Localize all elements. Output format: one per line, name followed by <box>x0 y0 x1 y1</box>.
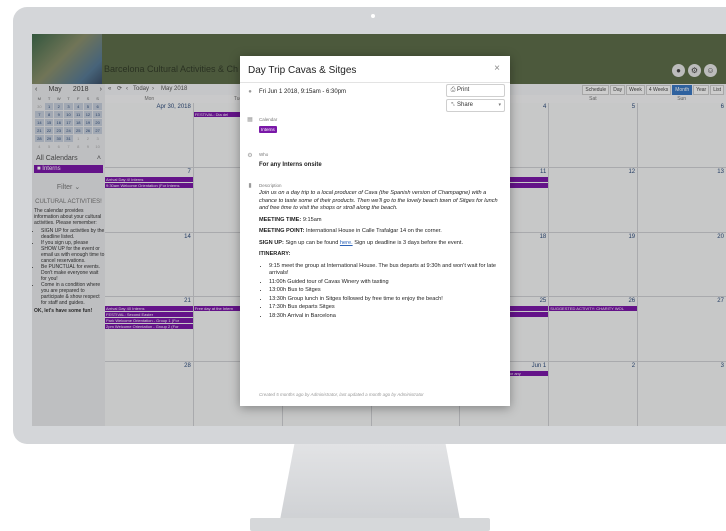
meeting-time: MEETING TIME: 9:15am <box>259 217 502 225</box>
description-icon: ▮ <box>248 183 252 189</box>
calendar-icon: ▦ <box>247 117 253 123</box>
calendar-label: Calendar <box>259 117 278 122</box>
event-title: Day Trip Cavas & Sitges <box>248 65 357 76</box>
monitor-screen: Barcelona Cultural Activities & Ch ● ⚙ ☺… <box>32 34 726 426</box>
who-label: Who <box>259 152 269 157</box>
signup: SIGN UP: Sign up can be found here. Sign… <box>259 240 502 248</box>
itinerary-item: 18:30h Arrival in Barcelona <box>269 313 502 321</box>
description-label: Description <box>259 183 282 188</box>
itinerary-item: 13:00h Bus to Sitges <box>269 287 502 295</box>
people-icon: ⚙ <box>247 153 253 159</box>
share-button[interactable]: ⤣ Share ▾ <box>446 99 505 112</box>
itinerary-heading: ITINERARY: <box>259 251 502 259</box>
event-footer: Created 5 months ago by Administrator, l… <box>259 392 424 397</box>
clock-icon: ● <box>248 89 252 95</box>
meeting-time-label: MEETING TIME: <box>259 216 302 223</box>
meeting-point-label: MEETING POINT: <box>259 228 305 234</box>
event-date: Fri Jun 1 2018, 9:15am - 6:30pm <box>259 89 347 95</box>
event-dialog: Day Trip Cavas & Sitges × ● Fri Jun 1 20… <box>240 56 510 406</box>
signup-pre: Sign up can be found <box>285 239 339 246</box>
signup-link[interactable]: here. <box>340 240 353 246</box>
itinerary-item: 13:30h Group lunch in Sitges followed by… <box>269 296 502 304</box>
itinerary-list: 9:15 meet the group at International Hou… <box>259 263 502 321</box>
meeting-point: MEETING POINT: International House in Ca… <box>259 228 502 236</box>
monitor-stand <box>280 444 460 520</box>
chevron-down-icon: ▾ <box>498 102 501 108</box>
description-intro: Join us on a day trip to a local produce… <box>259 190 498 211</box>
print-label: Print <box>457 87 470 93</box>
event-description: Join us on a day trip to a local produce… <box>259 190 502 321</box>
who-value: For any Interns onsite <box>259 162 322 168</box>
itinerary-item: 11:00h Guided tour of Cavas Winery with … <box>269 279 502 287</box>
dialog-divider <box>240 82 510 83</box>
share-label: Share <box>457 102 474 108</box>
meeting-time-value: 9:15am <box>302 216 322 223</box>
share-icon: ⤣ <box>451 102 455 108</box>
itinerary-item: 9:15 meet the group at International Hou… <box>269 263 502 278</box>
signup-label: SIGN UP: <box>259 239 284 246</box>
camera-dot <box>371 14 375 18</box>
print-button[interactable]: ⎙ Print <box>446 84 505 97</box>
close-icon[interactable]: × <box>494 63 500 74</box>
calendar-tag[interactable]: Interns <box>259 126 277 133</box>
signup-post: Sign up deadline is 3 days before the ev… <box>354 239 464 246</box>
monitor-foot <box>250 518 490 531</box>
itinerary-item: 17:30h Bus departs Sitges <box>269 304 502 312</box>
itinerary-label: ITINERARY: <box>259 251 291 257</box>
meeting-point-value: International House in Calle Trafalgar 1… <box>305 228 442 234</box>
print-icon: ⎙ <box>450 87 456 93</box>
